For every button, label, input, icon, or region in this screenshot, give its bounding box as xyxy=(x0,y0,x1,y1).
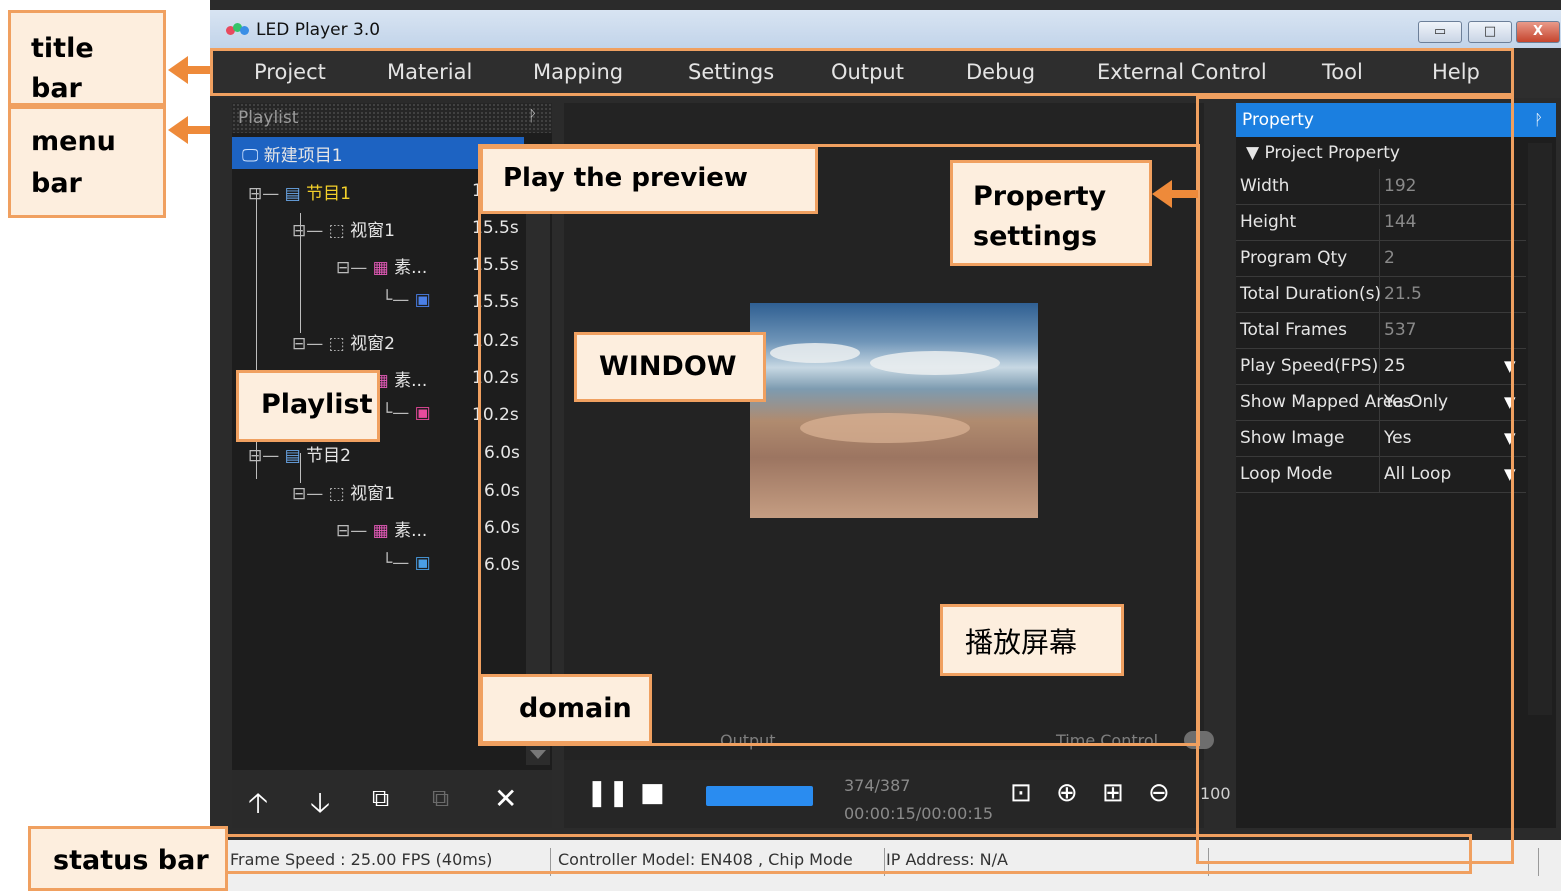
collapse-icon: ⊟— xyxy=(292,221,324,241)
pin-icon[interactable]: ᚹ xyxy=(528,107,537,125)
annotation-frame-property xyxy=(1196,96,1514,864)
program-icon: ▤ xyxy=(284,184,301,204)
playlist-toolbar: 🡡 🡣 ⧉ ⧉ ✕ xyxy=(232,770,552,828)
tree-window-2[interactable]: ⊟— ⬚ 视窗2 xyxy=(292,329,395,357)
effect-icon: ▣ xyxy=(414,403,431,423)
scroll-down-icon[interactable] xyxy=(530,750,546,759)
annotation-property-settings: Property settings xyxy=(950,160,1152,266)
progress-bar[interactable] xyxy=(706,786,813,806)
minimize-button[interactable]: ▭ xyxy=(1418,21,1462,43)
tree-material-2-label: 素... xyxy=(394,371,428,391)
tree-connector: └— xyxy=(382,290,410,310)
tree-root-label: 新建项目1 xyxy=(263,146,343,166)
video-icon: ▣ xyxy=(414,290,431,310)
move-up-icon[interactable]: 🡡 xyxy=(248,782,268,830)
annotation-arrow xyxy=(168,116,210,144)
window-icon: ⬚ xyxy=(328,221,345,241)
tree-program-1[interactable]: ⊟— ▤ 节目1 xyxy=(248,179,351,207)
pin-icon[interactable]: ᚹ xyxy=(1534,111,1543,129)
tree-window-3-label: 视窗1 xyxy=(350,484,395,504)
tree-media-1[interactable]: └— ▣ xyxy=(382,290,431,318)
timecode: 00:00:15/00:00:15 xyxy=(844,804,994,823)
annotation-domain: domain xyxy=(480,674,652,744)
tree-media-3[interactable]: └— ▣ xyxy=(382,553,431,581)
collapse-icon: ⊟— xyxy=(248,184,280,204)
tree-material-3-label: 素... xyxy=(394,521,428,541)
stop-icon[interactable]: ■ xyxy=(640,778,665,808)
window-title: LED Player 3.0 xyxy=(256,20,381,40)
zoom-in-icon[interactable]: ⊕ xyxy=(1056,778,1078,808)
tree-material-1[interactable]: ⊟— ▦ 素... xyxy=(336,253,427,281)
tree-program-2-label: 节目2 xyxy=(306,446,351,466)
frame-counter: 374/387 xyxy=(844,776,911,795)
material-icon: ▦ xyxy=(372,258,389,278)
annotation-status-bar: status bar xyxy=(28,826,228,891)
material-icon: ▦ xyxy=(372,521,389,541)
program-icon: ▤ xyxy=(284,446,301,466)
annotation-frame-menu xyxy=(210,48,1514,96)
collapse-icon: ⊟— xyxy=(248,446,280,466)
pause-icon[interactable]: ❚❚ xyxy=(586,778,630,808)
collapse-icon: ⊟— xyxy=(336,258,368,278)
annotation-arrow xyxy=(1152,180,1198,208)
collapse-icon: ⊟— xyxy=(336,521,368,541)
annotation-window: WINDOW xyxy=(574,332,766,402)
collapse-icon: ⊟— xyxy=(292,484,324,504)
playlist-header: Playlist xyxy=(232,103,552,133)
annotation-title-bar: title bar xyxy=(8,10,166,106)
zoom-out-icon[interactable]: ⊖ xyxy=(1148,778,1170,808)
maximize-button[interactable]: □ xyxy=(1468,21,1512,43)
property-scrollbar[interactable] xyxy=(1528,143,1552,715)
tree-program-1-label: 节目1 xyxy=(306,184,351,204)
status-separator xyxy=(1538,848,1539,876)
delete-icon[interactable]: ✕ xyxy=(494,782,517,815)
zoom-fit-icon[interactable]: ⊡ xyxy=(1010,778,1032,808)
annotation-arrow xyxy=(168,56,210,84)
close-button[interactable]: X xyxy=(1516,21,1560,43)
annotation-menu-bar: menu bar xyxy=(8,106,166,218)
playback-controls: ❚❚ ■ 374/387 00:00:15/00:00:15 ⊡ ⊕ ⊞ ⊖ 1… xyxy=(564,760,1231,828)
paste-icon[interactable]: ⧉ xyxy=(432,784,449,812)
window-icon: ⬚ xyxy=(328,484,345,504)
tree-program-2[interactable]: ⊟— ▤ 节目2 xyxy=(248,441,351,469)
window-icon: ⬚ xyxy=(328,334,345,354)
tree-window-3[interactable]: ⊟— ⬚ 视窗1 xyxy=(292,479,395,507)
image-icon: ▣ xyxy=(414,553,431,573)
monitor-icon: 🖵 xyxy=(242,146,259,166)
tree-connector: └— xyxy=(382,403,410,423)
collapse-icon: ⊟— xyxy=(292,334,324,354)
tree-material-1-label: 素... xyxy=(394,258,428,278)
title-bar: LED Player 3.0 ▭ □ X xyxy=(210,10,1561,48)
tree-window-1-label: 视窗1 xyxy=(350,221,395,241)
annotation-playlist: Playlist xyxy=(236,370,380,442)
move-down-icon[interactable]: 🡣 xyxy=(310,782,330,830)
tree-material-3[interactable]: ⊟— ▦ 素... xyxy=(336,516,427,544)
app-logo-icon xyxy=(226,23,250,37)
tree-window-2-label: 视窗2 xyxy=(350,334,395,354)
tree-root-item[interactable]: 🖵 新建项目1 xyxy=(242,141,343,169)
annotation-play-screen: 播放屏幕 xyxy=(940,604,1124,676)
zoom-actual-icon[interactable]: ⊞ xyxy=(1102,778,1124,808)
annotation-play-preview: Play the preview xyxy=(480,146,818,214)
copy-icon[interactable]: ⧉ xyxy=(372,784,389,812)
tree-media-2[interactable]: └— ▣ xyxy=(382,403,431,431)
tree-window-1[interactable]: ⊟— ⬚ 视窗1 xyxy=(292,216,395,244)
annotation-frame-status xyxy=(214,834,1472,874)
tree-connector: └— xyxy=(382,553,410,573)
